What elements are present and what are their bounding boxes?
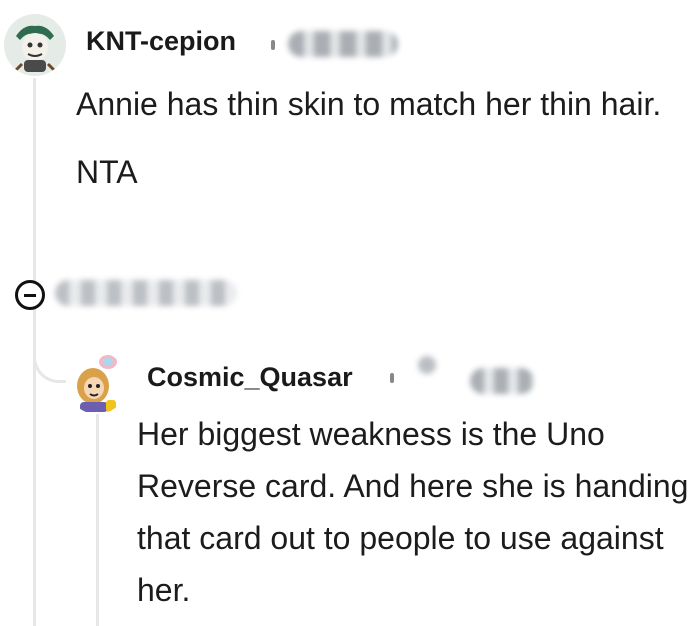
separator-dot <box>271 40 275 50</box>
blurred-metadata <box>288 31 398 57</box>
comment-author[interactable]: Cosmic_Quasar <box>147 362 353 393</box>
blurred-actions <box>55 280 237 306</box>
blurred-metadata <box>470 368 534 394</box>
avatar-image <box>66 352 128 414</box>
comment-paragraph: NTA <box>76 154 138 190</box>
comment-author[interactable]: KNT-cepion <box>86 26 236 57</box>
blurred-metadata <box>418 356 436 374</box>
collapse-icon[interactable] <box>15 280 45 310</box>
avatar-image <box>4 14 66 76</box>
separator-dot <box>390 373 394 383</box>
avatar[interactable] <box>4 14 66 76</box>
comment-paragraph: Her biggest weakness is the Uno Reverse … <box>137 416 689 608</box>
avatar[interactable] <box>66 352 128 414</box>
thread-line-reply[interactable] <box>96 410 99 626</box>
comment-body: Annie has thin skin to match her thin ha… <box>76 78 686 214</box>
comment-body: Her biggest weakness is the Uno Reverse … <box>137 408 693 616</box>
comment-paragraph: Annie has thin skin to match her thin ha… <box>76 86 662 122</box>
reply-connector <box>33 310 66 383</box>
